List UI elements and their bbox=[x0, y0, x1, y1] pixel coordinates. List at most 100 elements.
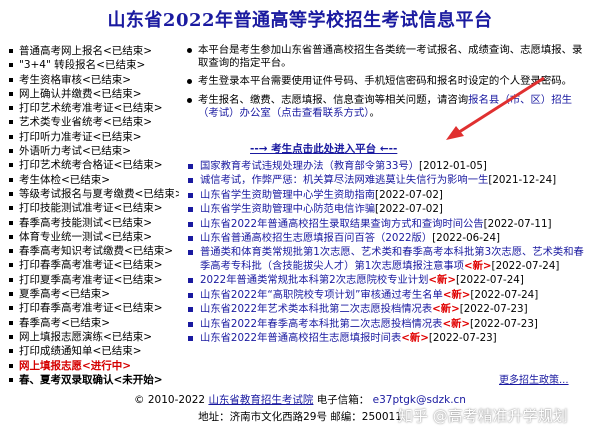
new-badge: <新> bbox=[401, 331, 429, 344]
sidebar-item[interactable]: 夏季高考<已结束> bbox=[7, 287, 179, 301]
new-badge: <新> bbox=[442, 288, 471, 301]
news-title-link[interactable]: 国家教育考试违规处理办法（教育部令第33号） bbox=[200, 160, 419, 172]
sidebar-item-label[interactable]: 打印技能测试准考证<已结束> bbox=[19, 202, 163, 214]
news-date: [2022-07-23] bbox=[428, 331, 497, 344]
enter-platform-link[interactable]: --→ 考生点击此处进入平台 ←-- bbox=[250, 141, 397, 156]
news-date: [2012-01-05] bbox=[419, 160, 487, 172]
news-date: [2022-07-23] bbox=[459, 303, 528, 316]
sidebar-item[interactable]: 春季高考<已结束> bbox=[7, 316, 179, 330]
news-item: 普通类和体育类常规批第1次志愿、艺术类和春季高考本科批第3次志愿、艺术类和春季高… bbox=[184, 246, 594, 273]
page-title: 山东省2022年普通高等学校招生考试信息平台 bbox=[107, 10, 493, 31]
news-title-link[interactable]: 山东省普通高校招生志愿填报百问百答（2022版） bbox=[200, 232, 432, 244]
sidebar-item[interactable]: 打印技能测试准考证<已结束> bbox=[7, 201, 179, 215]
news-item: 山东省2022年普通高校招生录取结果查询方式和查询时间公告[2022-07-11… bbox=[184, 218, 594, 232]
sidebar-item[interactable]: 打印成绩通知单<已结束> bbox=[7, 344, 179, 358]
new-badge: <新> bbox=[463, 259, 492, 272]
sidebar-item[interactable]: 等级考试报名与夏考缴费<已结束> bbox=[7, 187, 179, 201]
news-item: 山东省2022年普通高校招生志愿填报时间表<新>[2022-07-23] bbox=[184, 332, 594, 346]
news-item: 国家教育考试违规处理办法（教育部令第33号）[2012-01-05] bbox=[184, 160, 594, 174]
new-badge: <新> bbox=[428, 274, 456, 287]
sidebar-item-label[interactable]: 体育专业统一测试<已结束> bbox=[19, 231, 152, 243]
sidebar-item[interactable]: 春季高考技能测试<已结束> bbox=[7, 216, 179, 230]
sidebar-item-label[interactable]: 打印听力准考证<已结束> bbox=[19, 131, 142, 143]
news-title-link[interactable]: 山东省2022年春季高考本科批第二次志愿投档情况表 bbox=[200, 318, 442, 330]
sidebar-item[interactable]: 艺术类专业省统考<已结束> bbox=[7, 115, 179, 129]
news-title-link[interactable]: 山东省2022年艺术类本科批第二次志愿投档情况表 bbox=[200, 303, 432, 315]
red-arrow-icon bbox=[446, 76, 545, 140]
news-date: [2022-07-24] bbox=[470, 288, 539, 301]
sidebar-item-label[interactable]: 考生资格审核<已结束> bbox=[19, 74, 131, 86]
news-title-link[interactable]: 山东省学生资助管理中心学生资助指南 bbox=[200, 189, 375, 201]
sidebar-item-label[interactable]: 春季高考技能测试<已结束> bbox=[19, 217, 152, 229]
sidebar-item[interactable]: "3+4" 转段报名<已结束> bbox=[7, 58, 179, 72]
sidebar-item-label[interactable]: 普通高考网上报名<已结束> bbox=[19, 45, 152, 57]
sidebar-item-label[interactable]: 打印春季高考准考证<已结束> bbox=[19, 259, 163, 271]
sidebar-item-label[interactable]: 网上填报志愿演练<已结束> bbox=[19, 331, 152, 343]
sidebar-item-label[interactable]: 外语听力考试<已结束> bbox=[19, 145, 131, 157]
sidebar-item-label[interactable]: 夏季高考<已结束> bbox=[19, 288, 110, 300]
sidebar-item-label[interactable]: 考生体检<已结束> bbox=[19, 174, 110, 186]
notice-text: 考生报名、缴费、志愿填报、信息查询等相关问题，请咨询 bbox=[198, 93, 469, 106]
sidebar-item-label[interactable]: 等级考试报名与夏考缴费<已结束> bbox=[19, 188, 179, 200]
sidebar-item-label[interactable]: 春季高考<已结束> bbox=[19, 317, 110, 329]
news-title-link[interactable]: 山东省2022年普通高校招生录取结果查询方式和查询时间公告 bbox=[200, 218, 484, 230]
sidebar-item[interactable]: 打印艺术统考合格证<已结束> bbox=[7, 158, 179, 172]
sidebar-item[interactable]: 普通高考网上报名<已结束> bbox=[7, 44, 179, 58]
sidebar-item[interactable]: 外语听力考试<已结束> bbox=[7, 144, 179, 158]
watermark: 知乎 @高考精准升学规划 bbox=[398, 407, 568, 425]
sidebar-item[interactable]: 春季高考知识考试缴费<已结束> bbox=[7, 244, 179, 258]
org-link[interactable]: 山东省教育招生考试院 bbox=[208, 394, 313, 406]
sidebar-item[interactable]: 网上确认并缴费<已结束> bbox=[7, 87, 179, 101]
sidebar-item-label[interactable]: 打印成绩通知单<已结束> bbox=[19, 345, 142, 357]
sidebar-item-label[interactable]: 打印艺术统考合格证<已结束> bbox=[19, 159, 163, 171]
sidebar-item-label[interactable]: 春、夏考双录取确认<未开始> bbox=[19, 374, 163, 386]
more-policies-link[interactable]: 更多招生政策... bbox=[499, 371, 569, 386]
sidebar-item-label[interactable]: 网上确认并缴费<已结束> bbox=[19, 88, 142, 100]
sidebar-item[interactable]: 打印春季高考准考证<已结束> bbox=[7, 301, 179, 315]
news-date: [2022-07-24] bbox=[491, 259, 560, 272]
new-badge: <新> bbox=[432, 303, 460, 316]
sidebar-item[interactable]: 打印听力准考证<已结束> bbox=[7, 130, 179, 144]
sidebar-item[interactable]: 打印春季高考准考证<已结束> bbox=[7, 258, 179, 272]
copyright: © 2010-2022 bbox=[134, 394, 206, 406]
sidebar-item[interactable]: 网上填报志愿<进行中> bbox=[7, 359, 179, 373]
news-date: [2022-07-23] bbox=[470, 317, 538, 330]
sidebar-item[interactable]: 考生资格审核<已结束> bbox=[7, 73, 179, 87]
news-date: [2022-07-02] bbox=[375, 203, 443, 216]
sidebar-item-label[interactable]: 春季高考知识考试缴费<已结束> bbox=[19, 245, 173, 257]
notice-item: 本平台是考生参加山东省普通高校招生各类统一考试报名、成绩查询、志愿填报、录取查询… bbox=[184, 44, 584, 70]
news-item: 山东省学生资助管理中心防范电信诈骗[2022-07-02] bbox=[184, 203, 594, 217]
sidebar-item-label[interactable]: 打印夏季高考准考证<已结束> bbox=[19, 274, 163, 286]
news-title-link[interactable]: 山东省学生资助管理中心防范电信诈骗 bbox=[200, 203, 375, 215]
sidebar-item-label[interactable]: 打印春季高考准考证<已结束> bbox=[19, 302, 163, 314]
news-item: 山东省2022年艺术类本科批第二次志愿投档情况表<新>[2022-07-23] bbox=[184, 303, 594, 317]
sidebar-item[interactable]: 网上填报志愿演练<已结束> bbox=[7, 330, 179, 344]
sidebar-item-label[interactable]: 打印艺术统考准考证<已结束> bbox=[19, 102, 163, 114]
sidebar-item[interactable]: 打印夏季高考准考证<已结束> bbox=[7, 273, 179, 287]
sidebar-item-label[interactable]: 网上填报志愿<进行中> bbox=[19, 360, 131, 372]
notice-text: 本平台是考生参加山东省普通高校招生各类统一考试报名、成绩查询、志愿填报、录取查询… bbox=[198, 44, 583, 70]
news-item: 山东省2022年“高职院校专项计划”审核通过考生名单<新>[2022-07-24… bbox=[184, 289, 594, 303]
news-item: 山东省普通高校招生志愿填报百问百答（2022版）[2022-06-24] bbox=[184, 232, 594, 246]
sidebar-menu: 普通高考网上报名<已结束> "3+4" 转段报名<已结束> 考生资格审核<已结束> 网… bbox=[7, 44, 179, 387]
news-title-link[interactable]: 山东省2022年“高职院校专项计划”审核通过考生名单 bbox=[200, 289, 443, 301]
sidebar-item-label[interactable]: 艺术类专业省统考<已结束> bbox=[19, 116, 152, 128]
news-item: 山东省学生资助管理中心学生资助指南[2022-07-02] bbox=[184, 189, 594, 203]
news-item: 2022年普通类常规批本科第2次志愿院校专业计划<新>[2022-07-24] bbox=[184, 274, 594, 288]
sidebar-item[interactable]: 考生体检<已结束> bbox=[7, 173, 179, 187]
news-title-link[interactable]: 山东省2022年普通高校招生志愿填报时间表 bbox=[200, 332, 401, 344]
news-date: [2022-07-11] bbox=[483, 217, 552, 230]
news-title-link[interactable]: 诚信考试，作弊严惩：机关算尽法网难逃莫让失信行为影响一生 bbox=[200, 174, 488, 186]
news-date: [2022-06-24] bbox=[432, 231, 501, 244]
sidebar-item[interactable]: 春、夏考双录取确认<未开始> bbox=[7, 373, 179, 387]
sidebar-item[interactable]: 打印艺术统考准考证<已结束> bbox=[7, 101, 179, 115]
news-title-link[interactable]: 2022年普通类常规批本科第2次志愿院校专业计划 bbox=[200, 274, 428, 286]
email-label: 电子信箱： bbox=[316, 394, 370, 406]
news-item: 诚信考试，作弊严惩：机关算尽法网难逃莫让失信行为影响一生[2021-12-24] bbox=[184, 174, 594, 188]
news-date: [2022-07-02] bbox=[375, 188, 443, 201]
sidebar-item[interactable]: 体育专业统一测试<已结束> bbox=[7, 230, 179, 244]
notice-suffix: 。 bbox=[369, 106, 380, 119]
sidebar-item-label[interactable]: "3+4" 转段报名<已结束> bbox=[19, 59, 145, 71]
new-badge: <新> bbox=[442, 317, 471, 330]
news-date: [2022-07-24] bbox=[455, 274, 524, 287]
